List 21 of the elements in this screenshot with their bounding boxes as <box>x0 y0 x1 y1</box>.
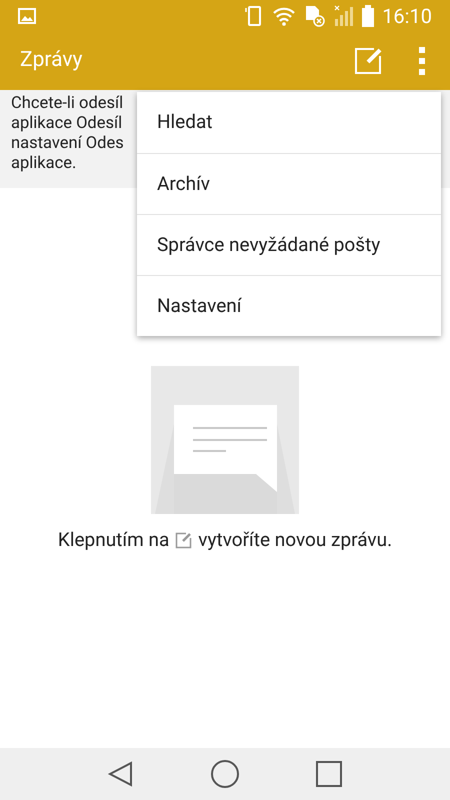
empty-text: vytvoříte novou zprávu. <box>198 527 392 553</box>
compose-icon <box>354 47 384 75</box>
empty-text: Klepnutím na <box>58 527 170 553</box>
image-icon <box>18 8 36 24</box>
banner-text: Chcete-li odesíl <box>11 94 124 114</box>
app-title: Zprávy <box>20 47 84 74</box>
signal-icon <box>334 5 354 27</box>
banner-text: aplikace Odesíl <box>11 114 122 134</box>
menu-item[interactable]: Hledat <box>137 92 441 153</box>
battery-icon <box>362 5 374 27</box>
sim-error-icon <box>304 5 326 27</box>
banner-text: aplikace. <box>11 154 76 174</box>
banner-text: nastavení Odes <box>11 134 124 154</box>
menu-item[interactable]: Nastavení <box>137 275 441 336</box>
recents-button[interactable] <box>314 760 343 788</box>
menu-item[interactable]: Archív <box>137 153 441 214</box>
home-button[interactable] <box>210 759 240 789</box>
status-time: 16:10 <box>382 3 432 30</box>
menu-item[interactable]: Správce nevyžádané pošty <box>137 214 441 275</box>
wifi-icon <box>272 6 296 26</box>
compose-icon <box>175 532 192 549</box>
